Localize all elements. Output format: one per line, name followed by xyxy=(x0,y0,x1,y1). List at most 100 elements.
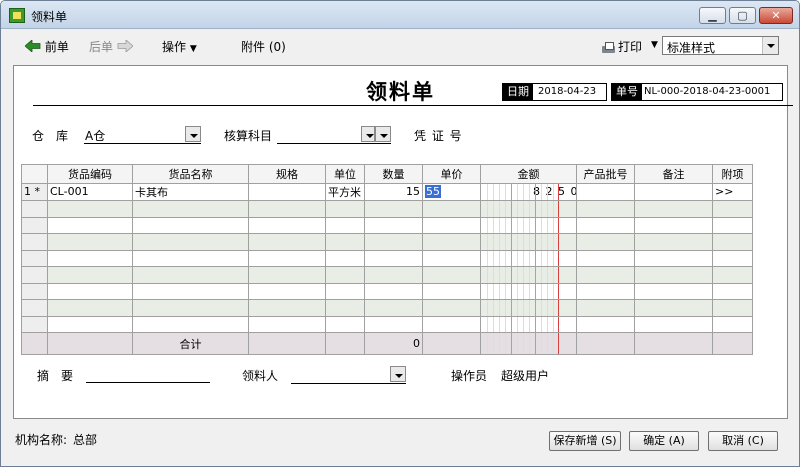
cell[interactable] xyxy=(422,299,481,317)
cell[interactable] xyxy=(47,233,133,251)
cell[interactable] xyxy=(634,216,713,235)
cell[interactable] xyxy=(712,233,753,251)
cell[interactable] xyxy=(132,233,249,251)
print-button[interactable]: 打印 xyxy=(601,38,642,55)
cell[interactable] xyxy=(422,315,481,334)
cell[interactable] xyxy=(576,233,635,251)
cell[interactable] xyxy=(248,216,326,235)
cell[interactable] xyxy=(364,266,423,284)
table-row[interactable] xyxy=(21,315,753,334)
table-row[interactable] xyxy=(21,200,753,218)
cell[interactable] xyxy=(248,249,326,268)
row-header[interactable] xyxy=(21,282,48,301)
cell[interactable] xyxy=(634,200,713,218)
attachments-button[interactable]: 附件 (0) xyxy=(241,38,286,55)
cell[interactable] xyxy=(132,249,249,268)
cell-amount[interactable] xyxy=(480,200,577,218)
ok-button[interactable]: 确定 (A) xyxy=(629,431,699,451)
cell[interactable] xyxy=(325,216,365,235)
cell[interactable] xyxy=(325,299,365,317)
cell[interactable] xyxy=(325,249,365,268)
cancel-button[interactable]: 取消 (C) xyxy=(708,431,778,451)
cell[interactable] xyxy=(47,249,133,268)
close-button[interactable]: ✕ xyxy=(759,7,793,24)
cell-name[interactable]: 卡其布 xyxy=(132,182,249,202)
cell-amount[interactable]: 8 2 5 0 0 xyxy=(480,182,577,202)
cell[interactable] xyxy=(47,315,133,334)
cell[interactable] xyxy=(576,282,635,301)
cell-spec[interactable] xyxy=(248,182,326,202)
actions-menu[interactable]: 操作 ▼ xyxy=(162,38,197,55)
column-header[interactable]: 数量 xyxy=(364,164,423,184)
print-options-caret-icon[interactable]: ▼ xyxy=(651,40,658,50)
cell[interactable] xyxy=(422,216,481,235)
cell-batch[interactable] xyxy=(576,182,635,202)
cell[interactable] xyxy=(248,315,326,334)
cell-amount[interactable] xyxy=(480,315,577,334)
cell[interactable] xyxy=(364,315,423,334)
print-style-select[interactable]: 标准样式 xyxy=(662,36,779,55)
column-header[interactable]: 单位 xyxy=(325,164,365,184)
table-row[interactable]: 1 * CL-001 卡其布 平方米 15 55 8 2 5 0 0 >> xyxy=(21,182,753,202)
cell[interactable] xyxy=(712,200,753,218)
cell[interactable] xyxy=(422,249,481,268)
summary-input[interactable] xyxy=(86,382,210,383)
cell-amount[interactable] xyxy=(480,299,577,317)
dropdown-arrow-icon[interactable] xyxy=(390,366,406,382)
row-header[interactable] xyxy=(21,233,48,251)
cell-amount[interactable] xyxy=(480,282,577,301)
cell[interactable] xyxy=(132,216,249,235)
cell[interactable] xyxy=(364,200,423,218)
cell[interactable] xyxy=(47,266,133,284)
cell[interactable] xyxy=(132,266,249,284)
cell[interactable] xyxy=(248,299,326,317)
cell[interactable] xyxy=(248,266,326,284)
cell-qty[interactable]: 15 xyxy=(364,182,423,202)
dropdown-arrow-icon[interactable] xyxy=(375,126,391,142)
column-header[interactable]: 产品批号 xyxy=(576,164,635,184)
cell-amount[interactable] xyxy=(480,216,577,235)
cell-code[interactable]: CL-001 xyxy=(47,182,133,202)
row-header[interactable] xyxy=(21,266,48,284)
cell[interactable] xyxy=(47,200,133,218)
cell[interactable] xyxy=(47,299,133,317)
row-header[interactable]: 1 * xyxy=(21,182,48,202)
cell[interactable] xyxy=(325,200,365,218)
row-header[interactable] xyxy=(21,315,48,334)
cell[interactable] xyxy=(132,200,249,218)
row-header[interactable] xyxy=(21,216,48,235)
cell-amount[interactable] xyxy=(480,233,577,251)
cell[interactable] xyxy=(422,200,481,218)
cell[interactable] xyxy=(248,200,326,218)
cell-price[interactable]: 55 xyxy=(422,182,481,202)
picker-select[interactable] xyxy=(291,365,406,384)
cell[interactable] xyxy=(422,266,481,284)
cell[interactable] xyxy=(634,299,713,317)
table-row[interactable] xyxy=(21,233,753,251)
cell[interactable] xyxy=(634,249,713,268)
table-row[interactable] xyxy=(21,216,753,235)
row-header[interactable] xyxy=(21,299,48,317)
column-header[interactable]: 备注 xyxy=(634,164,713,184)
cell[interactable] xyxy=(422,233,481,251)
cell[interactable] xyxy=(248,282,326,301)
cell[interactable] xyxy=(325,282,365,301)
cell[interactable] xyxy=(712,282,753,301)
cell[interactable] xyxy=(364,216,423,235)
cell[interactable] xyxy=(325,233,365,251)
cell[interactable] xyxy=(712,266,753,284)
cell[interactable] xyxy=(576,200,635,218)
column-header[interactable]: 金额 xyxy=(480,164,577,184)
account-select[interactable] xyxy=(277,125,391,144)
table-row[interactable] xyxy=(21,282,753,301)
cell[interactable] xyxy=(576,249,635,268)
save-new-button[interactable]: 保存新增 (S) xyxy=(549,431,621,451)
minimize-button[interactable]: ▁ xyxy=(699,7,726,24)
table-row[interactable] xyxy=(21,266,753,284)
cell[interactable] xyxy=(422,282,481,301)
cell-note[interactable] xyxy=(634,182,713,202)
dropdown-arrow-icon[interactable] xyxy=(762,37,778,54)
cell[interactable] xyxy=(634,315,713,334)
cell[interactable] xyxy=(364,299,423,317)
cell[interactable] xyxy=(712,216,753,235)
